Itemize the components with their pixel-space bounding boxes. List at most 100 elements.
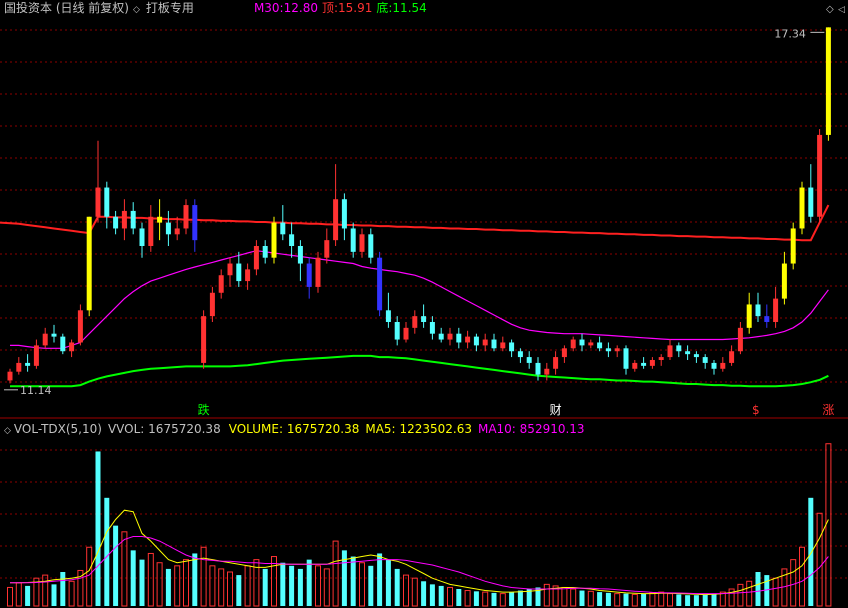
- volume-bar: [746, 580, 753, 607]
- price-high-label: 17.34: [774, 27, 806, 40]
- volume-bar: [209, 565, 216, 607]
- candle-body: [517, 351, 523, 358]
- candle-body: [368, 234, 374, 258]
- candle-body: [130, 210, 136, 229]
- volume-bar: [139, 559, 145, 606]
- volume-bar: [676, 594, 682, 606]
- candle-body: [535, 362, 541, 375]
- volume-bar: [685, 595, 691, 606]
- volume-bar: [289, 565, 295, 606]
- candle-body: [174, 228, 180, 235]
- candle-body: [236, 263, 242, 282]
- candle-body: [561, 348, 567, 358]
- candle-body: [113, 216, 119, 229]
- candle-body: [509, 342, 515, 352]
- candle-body: [447, 333, 453, 340]
- volume-bar: [447, 586, 453, 607]
- volume-bar: [587, 590, 594, 607]
- candles: [7, 27, 831, 384]
- volume-bar: [104, 497, 110, 606]
- volume-bar: [649, 592, 656, 607]
- candle-body: [25, 362, 31, 366]
- volume-bar: [350, 556, 356, 606]
- candle-body: [7, 371, 13, 381]
- volume-bar: [42, 574, 49, 607]
- candle-body: [315, 257, 321, 287]
- candle-body: [781, 263, 787, 299]
- volume-bar: [394, 568, 400, 606]
- candle-body: [333, 199, 339, 241]
- candle-body: [69, 342, 75, 352]
- top-line-path: [10, 250, 829, 349]
- volume-bar: [473, 591, 479, 606]
- volume-bar: [341, 550, 347, 606]
- volume-bar: [368, 565, 374, 606]
- volume-bar: [737, 583, 744, 607]
- volume-bar: [95, 451, 101, 606]
- candle-body: [95, 187, 101, 217]
- volume-bar: [315, 565, 321, 607]
- volume-bar: [359, 562, 365, 607]
- volume-bar: [51, 584, 57, 606]
- candle-body: [676, 345, 682, 352]
- volume-bar: [614, 593, 621, 607]
- volume-bar: [297, 568, 303, 606]
- candle-body: [403, 327, 409, 340]
- volume-bar: [816, 512, 823, 607]
- panel-expand-icon: ◁: [838, 5, 845, 15]
- candle-body: [421, 316, 427, 322]
- candle-body: [201, 316, 207, 363]
- volume-bar: [772, 577, 779, 607]
- candle-body: [280, 222, 286, 235]
- candle-body: [77, 310, 83, 343]
- candle-body: [649, 360, 655, 366]
- candle-body: [324, 240, 330, 258]
- volume-bars: [7, 443, 832, 607]
- volume-bar: [456, 589, 462, 606]
- candle-body: [51, 333, 57, 337]
- candle-body: [702, 357, 708, 363]
- candle-body: [729, 351, 735, 363]
- marker-label: 涨: [822, 402, 834, 417]
- volume-bar: [693, 595, 699, 606]
- candle-body: [245, 269, 251, 282]
- grid-lines: [0, 29, 848, 579]
- candle-body: [482, 339, 488, 346]
- kline-chart[interactable]: 17.34 11.14 跌 财 $ 涨 ◇ ◁: [0, 0, 848, 608]
- volume-bar: [147, 552, 154, 607]
- volume-bar: [631, 593, 638, 607]
- candle-body: [473, 336, 479, 346]
- volume-bar: [227, 571, 233, 607]
- volume-bar: [755, 572, 761, 606]
- volume-bar: [605, 592, 611, 606]
- candle-body: [623, 348, 629, 369]
- candle-body: [491, 339, 497, 349]
- volume-bar: [623, 593, 629, 606]
- candle-body: [218, 275, 224, 293]
- candle-body: [755, 304, 761, 317]
- candle-body: [438, 333, 444, 340]
- candle-body: [104, 187, 110, 217]
- volume-bar: [561, 586, 568, 607]
- volume-bar: [403, 574, 409, 607]
- candle-body: [289, 234, 295, 246]
- candle-body: [86, 216, 92, 311]
- candle-body: [746, 304, 752, 328]
- candle-body: [385, 310, 391, 322]
- candle-body: [209, 292, 215, 317]
- marker-label: $: [752, 403, 760, 417]
- top-line: [10, 250, 829, 349]
- marker-label: 跌: [198, 402, 210, 417]
- volume-bar: [421, 581, 427, 606]
- volume-bar: [7, 586, 13, 607]
- candle-body: [350, 228, 356, 252]
- candle-body: [227, 263, 233, 276]
- volume-bar: [499, 593, 506, 607]
- volume-bar: [517, 590, 523, 606]
- volume-bar: [174, 565, 181, 607]
- candle-body: [148, 216, 154, 246]
- volume-bar: [130, 550, 136, 606]
- candle-body: [544, 368, 550, 375]
- volume-bar: [306, 559, 312, 606]
- volume-bar: [323, 568, 330, 607]
